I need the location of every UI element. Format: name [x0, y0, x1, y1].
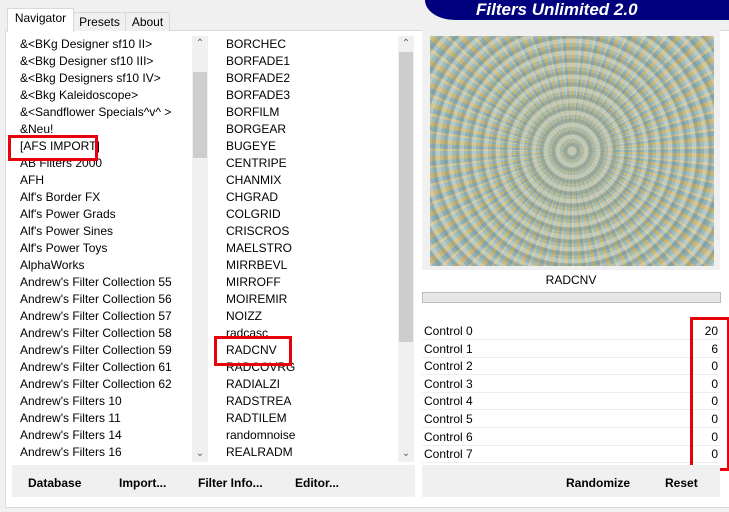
- category-item[interactable]: Andrew's Filter Collection 56: [12, 291, 192, 308]
- category-item[interactable]: &Neu!: [12, 121, 192, 138]
- filter-item[interactable]: COLGRID: [218, 206, 398, 223]
- filter-item[interactable]: RADSTREA: [218, 393, 398, 410]
- editor-button[interactable]: Editor...: [295, 476, 339, 490]
- filter-item[interactable]: BUGEYE: [218, 138, 398, 155]
- database-button[interactable]: Database: [28, 476, 81, 490]
- filter-info-button[interactable]: Filter Info...: [198, 476, 263, 490]
- filter-scrollbar[interactable]: ⌃ ⌄: [398, 36, 414, 462]
- scroll-down-icon[interactable]: ⌄: [398, 448, 414, 459]
- control-row[interactable]: Control 0 20: [422, 323, 720, 340]
- control-value[interactable]: 20: [705, 324, 718, 338]
- category-item[interactable]: Alf's Power Toys: [12, 240, 192, 257]
- filter-item[interactable]: BORFADE3: [218, 87, 398, 104]
- filter-item[interactable]: BORFADE1: [218, 53, 398, 70]
- filter-item[interactable]: REALRADM: [218, 444, 398, 461]
- control-label: Control 5: [424, 412, 473, 426]
- scroll-thumb[interactable]: [193, 72, 207, 158]
- filter-item[interactable]: MAELSTRO: [218, 240, 398, 257]
- filter-item[interactable]: BORGEAR: [218, 121, 398, 138]
- filter-item[interactable]: radcasc: [218, 325, 398, 342]
- filter-item[interactable]: BORFILM: [218, 104, 398, 121]
- filter-item[interactable]: MOIREMIR: [218, 291, 398, 308]
- control-row[interactable]: Control 4 0: [422, 393, 720, 411]
- control-row[interactable]: Control 3 0: [422, 375, 720, 393]
- scroll-up-icon[interactable]: ⌃: [192, 38, 208, 49]
- filter-item[interactable]: MIRROFF: [218, 274, 398, 291]
- category-item[interactable]: &<Bkg Designer sf10 III>: [12, 53, 192, 70]
- filter-item[interactable]: RADCNV: [218, 342, 398, 359]
- filter-name-label: RADCNV: [545, 273, 597, 287]
- category-item[interactable]: AlphaWorks: [12, 257, 192, 274]
- category-item[interactable]: Andrew's Filters 10: [12, 393, 192, 410]
- filter-item[interactable]: CHGRAD: [218, 189, 398, 206]
- control-label: Control 7: [424, 447, 473, 462]
- progress-bar: [422, 292, 721, 303]
- category-item[interactable]: Andrew's Filter Collection 55: [12, 274, 192, 291]
- control-value[interactable]: 0: [711, 394, 718, 408]
- category-item[interactable]: Alf's Power Sines: [12, 223, 192, 240]
- controls-button-bar: Randomize Reset: [422, 465, 720, 497]
- control-value[interactable]: 0: [711, 447, 718, 461]
- category-item[interactable]: AFH: [12, 172, 192, 189]
- randomize-button[interactable]: Randomize: [566, 476, 630, 490]
- category-item[interactable]: Andrew's Filter Collection 58: [12, 325, 192, 342]
- tab-presets[interactable]: Presets: [73, 12, 126, 31]
- control-value[interactable]: 0: [711, 359, 718, 373]
- app-title: Filters Unlimited 2.0: [476, 0, 638, 19]
- preview-rings: [430, 36, 714, 266]
- control-label: Control 3: [424, 376, 473, 391]
- category-item[interactable]: &<BKg Designer sf10 II>: [12, 36, 192, 53]
- scroll-thumb[interactable]: [399, 52, 413, 342]
- import-button[interactable]: Import...: [119, 476, 166, 490]
- control-row[interactable]: Control 5 0: [422, 411, 720, 428]
- category-scrollbar[interactable]: ⌃ ⌄: [192, 36, 208, 462]
- category-list[interactable]: &<BKg Designer sf10 II> &<Bkg Designer sf…: [12, 36, 192, 462]
- tab-navigator[interactable]: Navigator: [7, 8, 74, 32]
- category-item[interactable]: Andrew's Filter Collection 62: [12, 376, 192, 393]
- category-item[interactable]: Alf's Power Grads: [12, 206, 192, 223]
- filter-item[interactable]: RADTILEM: [218, 410, 398, 427]
- filter-item[interactable]: CHANMIX: [218, 172, 398, 189]
- control-label: Control 0: [424, 324, 473, 338]
- filter-list[interactable]: BORCHEC BORFADE1 BORFADE2 BORFADE3 BORFILM BO…: [218, 36, 398, 462]
- category-item[interactable]: &<Bkg Designers sf10 IV>: [12, 70, 192, 87]
- control-value[interactable]: 0: [711, 412, 718, 426]
- category-item[interactable]: Alf's Border FX: [12, 189, 192, 206]
- filter-item[interactable]: CENTRIPE: [218, 155, 398, 172]
- filter-item[interactable]: RADCOVRG: [218, 359, 398, 376]
- filter-item[interactable]: RADIALZI: [218, 376, 398, 393]
- scroll-down-icon[interactable]: ⌄: [192, 448, 208, 459]
- filter-item[interactable]: BORCHEC: [218, 36, 398, 53]
- category-item[interactable]: Andrew's Filter Collection 61: [12, 359, 192, 376]
- control-row[interactable]: Control 2 0: [422, 358, 720, 376]
- control-label: Control 4: [424, 394, 473, 409]
- category-item[interactable]: &<Bkg Kaleidoscope>: [12, 87, 192, 104]
- control-row[interactable]: Control 7 0: [422, 446, 720, 464]
- scroll-up-icon[interactable]: ⌃: [398, 38, 414, 49]
- category-item[interactable]: AB Filters 2000: [12, 155, 192, 172]
- control-label: Control 6: [424, 429, 473, 444]
- filter-item[interactable]: CRISCROS: [218, 223, 398, 240]
- category-item[interactable]: Andrew's Filter Collection 57: [12, 308, 192, 325]
- filter-item[interactable]: BORFADE2: [218, 70, 398, 87]
- control-row[interactable]: Control 1 6: [422, 340, 720, 358]
- category-item[interactable]: Andrew's Filters 11: [12, 410, 192, 427]
- filter-item[interactable]: MIRRBEVL: [218, 257, 398, 274]
- control-value[interactable]: 6: [711, 342, 718, 356]
- filter-item[interactable]: NOIZZ: [218, 308, 398, 325]
- control-label: Control 2: [424, 359, 473, 374]
- category-item[interactable]: &<Sandflower Specials^v^ >: [12, 104, 192, 121]
- control-label: Control 1: [424, 341, 473, 356]
- control-value[interactable]: 0: [711, 377, 718, 391]
- control-row[interactable]: Control 6 0: [422, 428, 720, 446]
- category-item[interactable]: Andrew's Filter Collection 59: [12, 342, 192, 359]
- filter-item[interactable]: randomnoise: [218, 427, 398, 444]
- tab-about[interactable]: About: [125, 12, 170, 31]
- navigator-button-bar: Database Import... Filter Info... Editor…: [12, 465, 415, 497]
- control-value[interactable]: 0: [711, 430, 718, 444]
- category-item[interactable]: [AFS IMPORT]: [12, 138, 192, 155]
- category-item[interactable]: Andrew's Filters 16: [12, 444, 192, 461]
- reset-button[interactable]: Reset: [665, 476, 698, 490]
- category-item[interactable]: Andrew's Filters 14: [12, 427, 192, 444]
